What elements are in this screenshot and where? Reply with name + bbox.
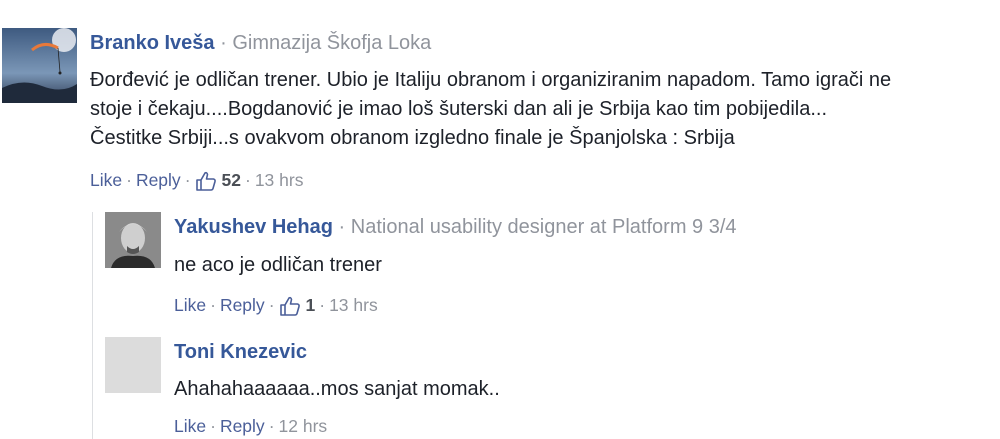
comment-author: Branko Iveša · Gimnazija Škofja Loka <box>90 32 431 55</box>
person-avatar-image <box>105 212 161 268</box>
author-affiliation[interactable]: Gimnazija Škofja Loka <box>232 32 431 54</box>
separator: · <box>220 32 227 54</box>
thumbs-up-icon[interactable] <box>279 296 301 316</box>
paraglider-avatar-image <box>2 28 77 103</box>
timestamp[interactable]: 13 hrs <box>329 295 378 316</box>
reply-link[interactable]: Reply <box>220 295 265 316</box>
like-count[interactable]: 1 <box>306 295 316 316</box>
avatar[interactable] <box>2 28 77 103</box>
separator: · <box>268 416 275 436</box>
separator: · <box>338 216 346 238</box>
comment-text: Đorđević je odličan trener. Ubio je Ital… <box>90 66 891 153</box>
timestamp[interactable]: 13 hrs <box>255 170 304 191</box>
comment-text: ne aco je odličan trener <box>174 251 382 280</box>
author-name[interactable]: Branko Iveša <box>90 32 215 54</box>
comment-actions: Like · Reply · 52 · 13 hrs <box>90 170 303 191</box>
avatar[interactable] <box>105 337 161 393</box>
separator: · <box>210 295 216 315</box>
comment-text: Ahahahaaaaaa..mos sanjat momak.. <box>174 375 500 404</box>
comment-actions: Like · Reply · 1 · 13 hrs <box>174 295 378 316</box>
reply-link[interactable]: Reply <box>136 170 181 191</box>
author-name[interactable]: Yakushev Hehag <box>174 216 333 238</box>
separator: · <box>268 295 275 315</box>
separator: · <box>210 416 216 436</box>
separator: · <box>126 170 132 190</box>
reply-link[interactable]: Reply <box>220 416 265 437</box>
comment-actions: Like · Reply · 12 hrs <box>174 416 327 437</box>
separator: · <box>319 295 326 315</box>
comment-text-line: Ahahahaaaaaa..mos sanjat momak.. <box>174 378 500 400</box>
like-link[interactable]: Like <box>90 170 122 191</box>
like-count[interactable]: 52 <box>222 170 241 191</box>
comment-text-line: ne aco je odličan trener <box>174 254 382 276</box>
timestamp[interactable]: 12 hrs <box>279 416 328 437</box>
separator: · <box>184 170 191 190</box>
comment-text-line: Đorđević je odličan trener. Ubio je Ital… <box>90 69 892 91</box>
default-avatar-image <box>105 337 161 393</box>
thumbs-up-icon[interactable] <box>195 171 217 191</box>
author-affiliation[interactable]: National usability designer at Platform … <box>351 216 737 238</box>
comment-text-line: Čestitke Srbiji...s ovakvom obranom izgl… <box>90 127 735 149</box>
reply-thread-line <box>92 212 93 439</box>
comment-text-line: stoje i čekaju....Bogdanović je imao loš… <box>90 98 828 120</box>
like-link[interactable]: Like <box>174 295 206 316</box>
like-link[interactable]: Like <box>174 416 206 437</box>
author-name[interactable]: Toni Knezevic <box>174 341 307 363</box>
comment-author: Toni Knezevic <box>174 341 307 364</box>
comment-author: Yakushev Hehag · National usability desi… <box>174 216 737 239</box>
separator: · <box>244 170 251 190</box>
avatar[interactable] <box>105 212 161 268</box>
